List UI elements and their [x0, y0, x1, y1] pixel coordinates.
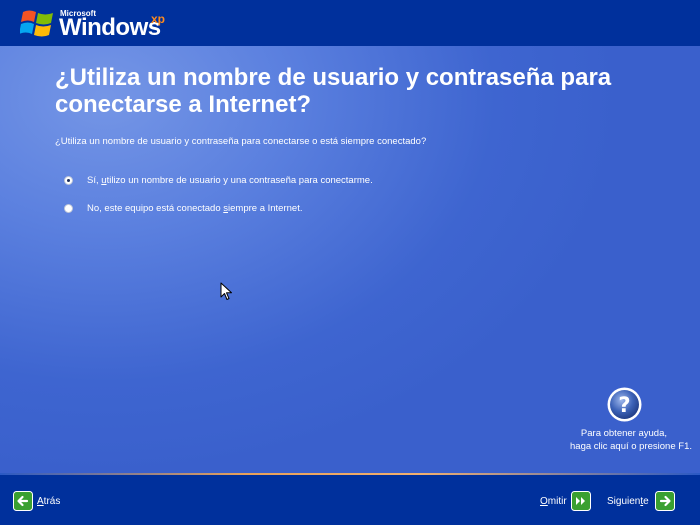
page-title: ¿Utiliza un nombre de usuario y contrase… — [55, 64, 612, 118]
back-button-label: Atrás — [37, 495, 61, 507]
option-uses-credentials[interactable]: Sí, utilizo un nombre de usuario y una c… — [64, 173, 373, 187]
help-text[interactable]: Para obtener ayuda, haga clic aquí o pre… — [492, 427, 692, 453]
help-text-line-2: haga clic aquí o presione F1. — [570, 441, 692, 452]
option-uses-credentials-label: Sí, utilizo un nombre de usuario y una c… — [87, 174, 373, 186]
brand-xp: xp — [151, 12, 166, 26]
next-button[interactable]: Siguiente — [607, 490, 675, 512]
option-always-connected-label: No, este equipo está conectado siempre a… — [87, 202, 303, 214]
skip-button[interactable]: Omitir — [540, 490, 591, 512]
next-button-label: Siguiente — [607, 495, 649, 507]
setup-screen: Microsoft Windows xp ¿Utiliza un nombre … — [0, 0, 700, 525]
header-bar: Microsoft Windows xp — [0, 0, 700, 46]
skip-button-label: Omitir — [540, 495, 567, 507]
windows-xp-logo: Microsoft Windows xp — [20, 6, 190, 41]
main-panel: ¿Utiliza un nombre de usuario y contrase… — [0, 46, 700, 473]
brand-windows: Windows — [59, 14, 161, 41]
skip-icon — [570, 491, 591, 511]
question-text: ¿Utiliza un nombre de usuario y contrase… — [55, 136, 427, 147]
radio-always-connected[interactable] — [64, 203, 73, 213]
mouse-cursor-icon — [220, 282, 232, 300]
windows-flag-icon — [20, 10, 53, 37]
back-arrow-icon — [13, 491, 33, 511]
back-button[interactable]: Atrás — [13, 490, 60, 512]
help-text-line-1: Para obtener ayuda, — [580, 428, 667, 439]
svg-text:?: ? — [618, 393, 630, 417]
option-always-connected[interactable]: No, este equipo está conectado siempre a… — [64, 201, 302, 215]
help-icon[interactable]: ? — [606, 386, 643, 423]
footer-bar: Atrás Omitir Siguiente — [0, 473, 700, 525]
radio-uses-credentials[interactable] — [64, 175, 73, 185]
next-arrow-icon — [654, 491, 675, 511]
footer-divider — [0, 473, 700, 475]
